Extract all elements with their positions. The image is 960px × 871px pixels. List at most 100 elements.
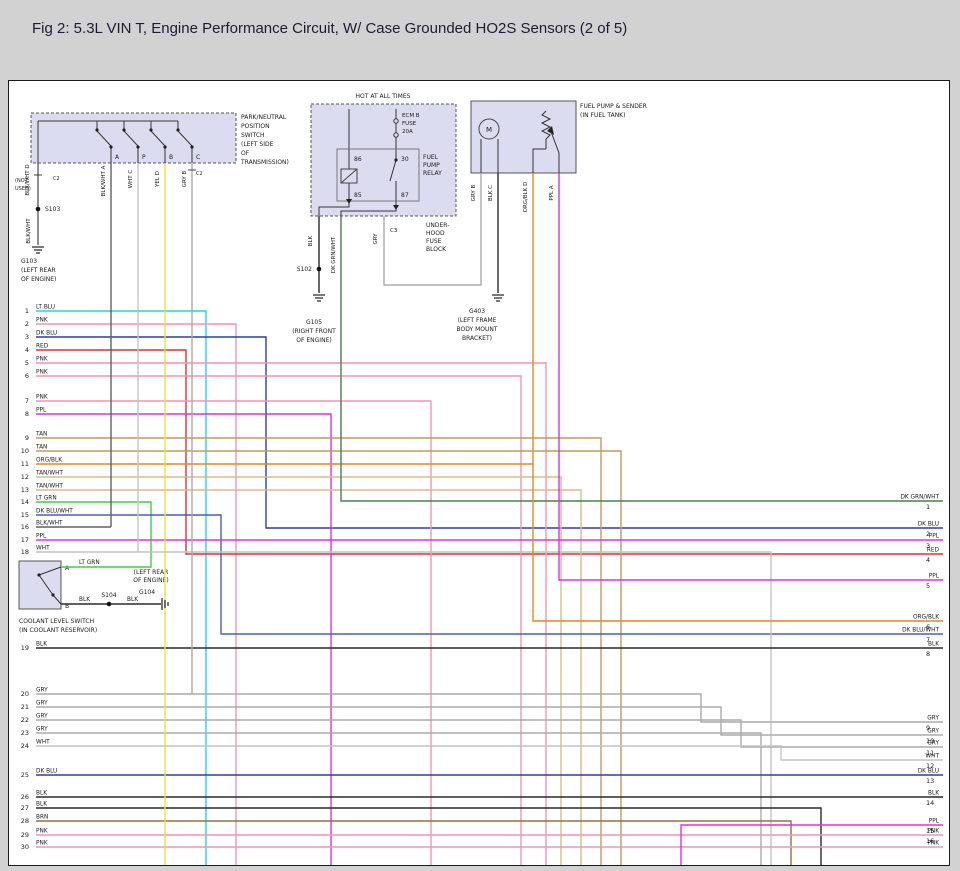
wire-label-blkwht: BLK/WHT (26, 218, 32, 244)
park-switch-label: (LEFT SIDE (241, 141, 274, 148)
left-row-number: 9 (25, 434, 29, 442)
fuse-label: 20A (402, 129, 413, 135)
right-row-wire-color: PPL (929, 534, 940, 540)
left-row-wire-color: TAN/WHT (35, 484, 63, 490)
wire-label-gry-b: GRY B (471, 184, 477, 201)
left-row-number: 10 (21, 447, 29, 455)
left-row-wire-color: TAN/WHT (35, 471, 63, 477)
left-row-wire-color: WHT (36, 546, 50, 552)
wire-label-orgblk-d: ORG/BLK D (523, 182, 529, 213)
wire-ppl (681, 825, 943, 865)
left-row-number: 5 (25, 359, 29, 367)
underhood-label: UNDER- (426, 222, 449, 229)
right-row-wire-color: DK BLU (918, 522, 939, 528)
ground-g403-label: BODY MOUNT (456, 326, 497, 333)
not-used-note: USED) (15, 186, 31, 192)
park-switch-label: TRANSMISSION) (240, 159, 289, 166)
splice-s104-label: S104 (101, 592, 116, 599)
wire-label-blk-c: BLK C (488, 185, 494, 201)
left-row-wire-color: GRY (36, 688, 48, 694)
park-switch-label: PARK/NEUTRAL (241, 114, 287, 121)
left-row-wire-color: BLK/WHT (36, 521, 63, 527)
ground-g104-location: (LEFT REAR (134, 569, 169, 576)
wire-gry (36, 694, 943, 722)
splice-s103-label: S103 (45, 206, 60, 213)
right-row-wire-color: PNK (927, 829, 939, 835)
right-row-wire-color: DK BLU (918, 769, 939, 775)
splice-dot (36, 207, 41, 212)
left-row-wire-color: PNK (36, 841, 48, 847)
coolant-wire-blk: BLK (79, 597, 90, 603)
left-row-number: 16 (21, 523, 29, 531)
left-row-number: 30 (21, 843, 29, 851)
ground-g103-label: G103 (21, 258, 37, 265)
left-row-number: 4 (25, 346, 29, 354)
coolant-switch-label: COOLANT LEVEL SWITCH (19, 618, 94, 625)
left-row-wire-color: DK BLU (36, 769, 57, 775)
connector-c3-label: C3 (390, 228, 398, 234)
right-row-wire-color: WHT (925, 754, 939, 760)
underhood-label: BLOCK (426, 246, 447, 253)
left-row-number: 8 (25, 410, 29, 418)
left-row-number: 7 (25, 397, 29, 405)
left-row-number: 12 (21, 473, 29, 481)
ground-g403-label: G403 (469, 308, 485, 315)
diagram-canvas: A P B C PARK/NEUTRAL POSITION SWITCH (LE… (9, 81, 949, 865)
left-row-wire-color: BLK (36, 791, 47, 797)
terminal-letter: P (142, 154, 146, 161)
fuel-pump-box (471, 101, 576, 173)
left-row-number: 23 (21, 729, 29, 737)
ground-g403-label: (LEFT FRAME (458, 317, 497, 324)
left-row-number: 25 (21, 771, 29, 779)
fuel-pump-sender: M FUEL PUMP & SENDER (IN FUEL TANK) GRY … (456, 101, 646, 342)
wire-label-wht-c: WHT C (128, 170, 134, 189)
left-row-number: 6 (25, 372, 29, 380)
fuse-label: ECM B (402, 113, 420, 119)
wire-label-ppl-a: PPL A (549, 185, 555, 200)
splice-s102-label: S102 (297, 266, 312, 273)
left-row-number: 2 (25, 320, 29, 328)
ground-g403-label: BRACKET) (462, 335, 492, 342)
park-switch-label: SWITCH (241, 132, 265, 139)
wire-tan-wht (36, 490, 581, 865)
wire-dk-blu-wht (36, 515, 943, 634)
right-row-number: 8 (926, 650, 930, 658)
relay-label: RELAY (423, 170, 442, 177)
right-row-wire-color: DK GRN/WHT (900, 495, 939, 501)
relay-pin-87: 87 (401, 192, 409, 199)
wire-wht (36, 552, 771, 865)
left-row-wire-color: PNK (36, 829, 48, 835)
wire-label-gry-b: GRY B (182, 170, 188, 187)
ground-g103-label: (LEFT REAR (21, 267, 56, 274)
left-row-wire-color: DK BLU/WHT (36, 509, 73, 515)
left-row-wire-color: PPL (36, 408, 47, 414)
right-row-number: 4 (926, 556, 930, 564)
wire-brn (36, 821, 791, 865)
left-row-number: 14 (21, 498, 29, 506)
left-row-wire-color: LT BLU (36, 305, 55, 311)
wiring-diagram: A P B C PARK/NEUTRAL POSITION SWITCH (LE… (8, 80, 950, 866)
wire-label-yel-d: YEL D (155, 171, 161, 188)
wire-blk (36, 808, 821, 865)
relay-label: FUEL (423, 154, 439, 161)
left-row-wire-color: LT GRN (36, 496, 57, 502)
fuse-label: FUSE (402, 121, 417, 127)
relay-pin-30: 30 (401, 156, 409, 163)
coolant-wire-ltgrn: LT GRN (79, 560, 100, 566)
left-row-number: 17 (21, 536, 29, 544)
coolant-switch-box (19, 561, 61, 609)
left-row-wire-color: ORG/BLK (36, 458, 62, 464)
left-row-number: 13 (21, 486, 29, 494)
coolant-switch-label: (IN COOLANT RESERVOIR) (19, 627, 97, 634)
relay-pin-86: 86 (354, 156, 362, 163)
connector-c2-label: C2 (196, 171, 203, 177)
left-row-wire-color: PNK (36, 395, 48, 401)
left-row-number: 28 (21, 817, 29, 825)
right-row-number: 5 (926, 582, 930, 590)
terminal-letter: C (196, 154, 200, 161)
left-row-number: 19 (21, 644, 29, 652)
left-row-wire-color: PNK (36, 318, 48, 324)
park-switch-label: OF (241, 150, 250, 157)
left-row-number: 20 (21, 690, 29, 698)
relay-pin-85: 85 (354, 192, 362, 199)
